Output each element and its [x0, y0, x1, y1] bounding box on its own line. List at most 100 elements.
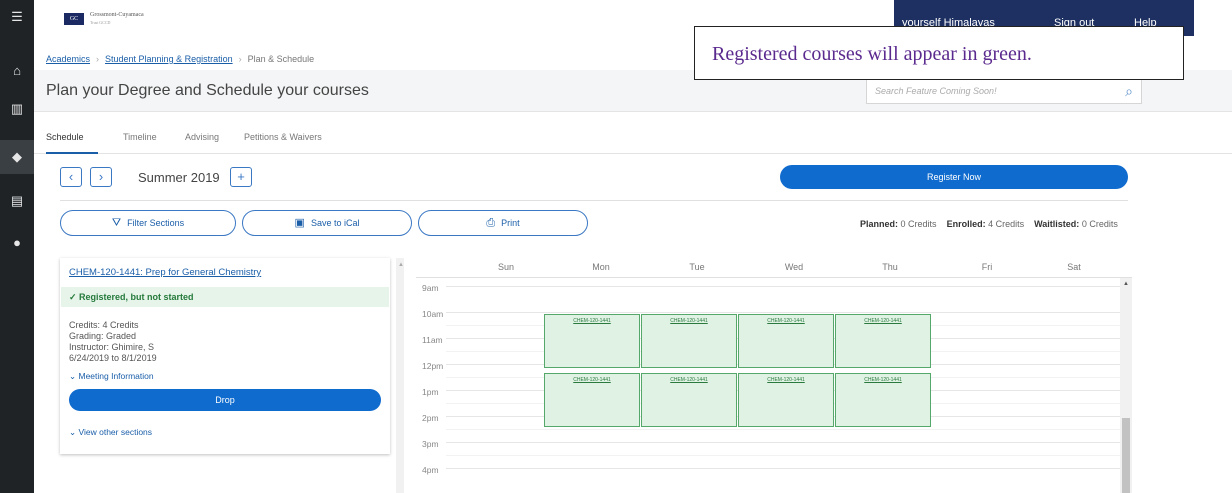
waitlisted-value: 0 Credits — [1081, 219, 1118, 229]
meeting-information-toggle[interactable]: ⌄ Meeting Information — [69, 371, 154, 382]
time-label-11am: 11am — [422, 335, 443, 345]
book-icon[interactable]: ▤ — [8, 192, 26, 210]
add-term-button[interactable]: + — [230, 167, 252, 187]
event-label[interactable]: CHEM-120-1441 — [739, 377, 833, 383]
credits-summary: Planned: 0 Credits Enrolled: 4 Credits W… — [860, 219, 1118, 229]
logo-name: Grossmont-Cuyamaca — [90, 12, 144, 18]
institution-icon[interactable]: ▥ — [8, 100, 26, 118]
breadcrumb-student-planning[interactable]: Student Planning & Registration — [105, 54, 233, 64]
filter-sections-label: Filter Sections — [127, 218, 185, 228]
event-label[interactable]: CHEM-120-1441 — [836, 377, 930, 383]
calendar-event-tue-pm[interactable]: CHEM-120-1441 — [641, 373, 737, 427]
annotation-text: Registered courses will appear in green. — [712, 43, 1032, 65]
term-label: Summer 2019 — [138, 170, 220, 185]
left-nav-rail: ☰ ⌂ ▥ ◆ ▤ ● — [0, 0, 34, 493]
event-label[interactable]: CHEM-120-1441 — [545, 318, 639, 324]
course-grading: Grading: Graded — [69, 331, 137, 341]
time-label-12pm: 12pm — [422, 361, 444, 371]
course-credits: Credits: 4 Credits — [69, 320, 139, 330]
view-other-sections-label: View other sections — [78, 427, 153, 437]
save-ical-label: Save to iCal — [310, 218, 360, 228]
logo-mark: GC — [64, 13, 84, 25]
course-title-link[interactable]: CHEM-120-1441: Prep for General Chemistr… — [69, 267, 261, 278]
hour-line — [446, 286, 1120, 287]
course-instructor: Instructor: Ghimire, S — [69, 342, 155, 352]
calendar-event-mon-am[interactable]: CHEM-120-1441 — [544, 314, 640, 368]
time-label-4pm: 4pm — [422, 465, 439, 475]
active-tab-underline — [46, 152, 98, 154]
view-other-sections-toggle[interactable]: ⌄ View other sections — [69, 427, 152, 438]
event-label[interactable]: CHEM-120-1441 — [836, 318, 930, 324]
filter-icon: ⛛ — [111, 217, 122, 229]
tab-petitions-waivers[interactable]: Petitions & Waivers — [244, 132, 322, 142]
scroll-up-arrow-icon[interactable]: ▲ — [398, 262, 404, 268]
waitlisted-label: Waitlisted: — [1034, 219, 1080, 229]
course-card: CHEM-120-1441: Prep for General Chemistr… — [60, 258, 390, 454]
planned-label: Planned: — [860, 219, 899, 229]
day-header-mon: Mon — [592, 262, 610, 272]
half-hour-line — [446, 429, 1120, 430]
day-header-thu: Thu — [882, 262, 898, 272]
day-header-tue: Tue — [689, 262, 705, 272]
calendar-scrollbar[interactable]: ▲ — [1120, 278, 1132, 493]
meeting-information-label: Meeting Information — [78, 371, 154, 381]
scroll-up-arrow-icon[interactable]: ▲ — [1123, 281, 1129, 287]
home-icon[interactable]: ⌂ — [8, 62, 26, 80]
registration-status: ✓ Registered, but not started — [69, 292, 194, 302]
calendar-event-thu-am[interactable]: CHEM-120-1441 — [835, 314, 931, 368]
event-label[interactable]: CHEM-120-1441 — [545, 377, 639, 383]
calendar-event-mon-pm[interactable]: CHEM-120-1441 — [544, 373, 640, 427]
tab-advising[interactable]: Advising — [185, 132, 219, 142]
filter-sections-button[interactable]: ⛛ Filter Sections — [60, 210, 236, 236]
tab-bar: Schedule Timeline Advising Petitions & W… — [34, 120, 1232, 154]
search-placeholder: Search Feature Coming Soon! — [875, 86, 997, 96]
time-label-1pm: 1pm — [422, 387, 439, 397]
calendar-event-wed-pm[interactable]: CHEM-120-1441 — [738, 373, 834, 427]
print-label: Print — [501, 218, 520, 228]
calendar-event-tue-am[interactable]: CHEM-120-1441 — [641, 314, 737, 368]
day-header-wed: Wed — [784, 262, 804, 272]
breadcrumb-current: Plan & Schedule — [247, 54, 315, 64]
printer-icon: ⎙ — [486, 217, 496, 229]
hour-line — [446, 312, 1120, 313]
logo-text: Grossmont-Cuyamaca Trust GCCD — [90, 12, 144, 26]
time-label-9am: 9am — [422, 283, 439, 293]
register-now-button[interactable]: Register Now — [780, 165, 1128, 189]
previous-term-button[interactable]: ‹ — [60, 167, 82, 187]
scrollbar-thumb[interactable] — [1122, 418, 1130, 493]
page-title: Plan your Degree and Schedule your cours… — [46, 82, 369, 99]
drop-button[interactable]: Drop — [69, 389, 381, 411]
tab-timeline[interactable]: Timeline — [123, 132, 157, 142]
main-page: GC Grossmont-Cuyamaca Trust GCCD yoursel… — [34, 0, 1232, 493]
graduation-cap-icon[interactable]: ◆ — [8, 148, 26, 166]
schedule-calendar: Sun Mon Tue Wed Thu Fri Sat 9am 10am 11a… — [416, 254, 1132, 493]
tab-schedule[interactable]: Schedule — [46, 132, 84, 142]
calendar-day-header: Sun Mon Tue Wed Thu Fri Sat — [416, 254, 1132, 278]
calendar-event-wed-am[interactable]: CHEM-120-1441 — [738, 314, 834, 368]
time-label-3pm: 3pm — [422, 439, 439, 449]
calendar-event-thu-pm[interactable]: CHEM-120-1441 — [835, 373, 931, 427]
breadcrumb-academics[interactable]: Academics — [46, 54, 90, 64]
time-label-10am: 10am — [422, 309, 444, 319]
search-input[interactable]: Search Feature Coming Soon! ⌕ — [866, 78, 1142, 104]
registration-status-banner: ✓ Registered, but not started — [61, 287, 389, 307]
search-icon[interactable]: ⌕ — [1125, 83, 1133, 100]
next-term-button[interactable]: › — [90, 167, 112, 187]
college-logo[interactable]: GC Grossmont-Cuyamaca Trust GCCD — [64, 12, 144, 26]
breadcrumb: Academics › Student Planning & Registratio… — [46, 54, 315, 64]
enrolled-label: Enrolled: — [946, 219, 986, 229]
save-to-ical-button[interactable]: ▣ Save to iCal — [242, 210, 412, 236]
event-label[interactable]: CHEM-120-1441 — [642, 377, 736, 383]
print-button[interactable]: ⎙ Print — [418, 210, 588, 236]
event-label[interactable]: CHEM-120-1441 — [739, 318, 833, 324]
half-hour-line — [446, 455, 1120, 456]
annotation-callout: Registered courses will appear in green. — [694, 26, 1184, 80]
planned-value: 0 Credits — [900, 219, 937, 229]
enrolled-value: 4 Credits — [988, 219, 1025, 229]
person-icon[interactable]: ● — [8, 234, 26, 252]
card-scrollbar[interactable]: ▲ — [396, 258, 404, 493]
menu-icon[interactable]: ☰ — [8, 8, 26, 26]
day-header-sun: Sun — [497, 262, 514, 272]
section-divider — [60, 200, 1128, 201]
event-label[interactable]: CHEM-120-1441 — [642, 318, 736, 324]
